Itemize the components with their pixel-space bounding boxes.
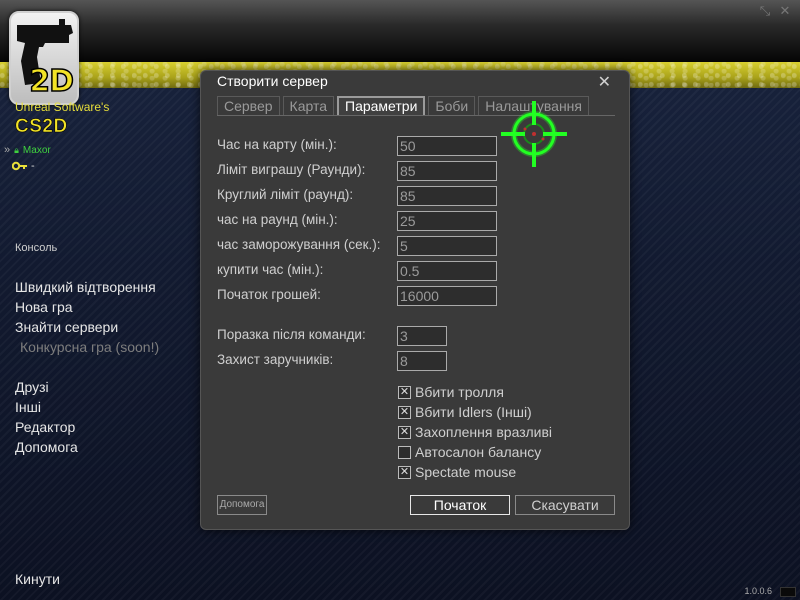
map-time-input[interactable]: 50 [397, 136, 497, 156]
menu-help[interactable]: Допомога [15, 439, 78, 455]
checkbox-label: Автосалон балансу [415, 444, 542, 460]
checkbox-box[interactable]: ✕ [398, 405, 411, 419]
checkbox-label: Захоплення вразливі [415, 424, 552, 440]
tab-parameters[interactable]: Параметри [337, 96, 426, 116]
checkbox-kick-idlers[interactable]: ✕ Вбити Idlers (Інші) [398, 404, 532, 420]
start-money-input[interactable]: 16000 [397, 286, 497, 306]
checkbox-box[interactable]: ✕ [398, 425, 411, 439]
tab-bots[interactable]: Боби [428, 96, 476, 116]
menu-ranked: Конкурсна гра (soon!) [20, 339, 160, 355]
menu-console[interactable]: Консоль [15, 242, 57, 254]
checkbox-box[interactable]: ✕ [398, 385, 411, 399]
dialog-close-icon[interactable]: ✕ [598, 72, 611, 92]
restore-icon[interactable]: ⤡ [758, 4, 772, 18]
field-label-hostage-protection: Захист заручників: [217, 352, 334, 367]
username: Maxor [22, 144, 51, 156]
freeze-time-input[interactable]: 5 [397, 236, 497, 256]
field-label-win-limit: Ліміт виграшу (Раунди): [217, 162, 366, 177]
window-controls: ⤡ ✕ [758, 4, 792, 18]
key-icon [12, 161, 27, 171]
round-time-input[interactable]: 25 [397, 211, 497, 231]
field-label-teamkill-penalty: Поразка після команди: [217, 327, 366, 342]
field-label-start-money: Початок грошей: [217, 287, 321, 302]
close-window-icon[interactable]: ✕ [778, 4, 792, 18]
tab-map[interactable]: Карта [282, 96, 335, 116]
round-limit-input[interactable]: 85 [397, 186, 497, 206]
help-button[interactable]: Допомога [217, 495, 267, 515]
checkbox-label: Вбити тролля [415, 384, 504, 400]
cancel-button[interactable]: Скасувати [515, 495, 615, 515]
checkbox-hostages-vulnerable[interactable]: ✕ Захоплення вразливі [398, 424, 552, 440]
logo-2d-text: 2D [28, 63, 74, 100]
checkbox-box[interactable]: ✕ [398, 465, 411, 479]
tab-server[interactable]: Сервер [217, 96, 280, 116]
checkbox-auto-balance[interactable]: Автосалон балансу [398, 444, 541, 460]
checkbox-kill-troll[interactable]: ✕ Вбити тролля [398, 384, 504, 400]
field-label-map-time: Час на карту (мін.): [217, 137, 337, 152]
cs2d-logo: 2D [9, 11, 79, 105]
menu-others[interactable]: Інші [15, 399, 41, 415]
buy-time-input[interactable]: 0.5 [397, 261, 497, 281]
top-bar [0, 0, 800, 62]
checkbox-label: Spectate mouse [415, 464, 517, 480]
user-status[interactable]: » 🔒︎ Maxor [4, 144, 51, 156]
menu-find-servers[interactable]: Знайти сервери [15, 319, 118, 335]
menu-friends[interactable]: Друзі [15, 379, 49, 395]
field-label-round-time: час на раунд (мін.): [217, 212, 338, 227]
dialog-title: Створити сервер [217, 73, 328, 89]
create-server-dialog: Створити сервер ✕ Сервер Карта Параметри… [200, 70, 630, 530]
checkbox-label: Вбити Idlers (Інші) [415, 404, 532, 420]
field-label-buy-time: купити час (мін.): [217, 262, 324, 277]
menu-editor[interactable]: Редактор [15, 419, 75, 435]
teamkill-penalty-input[interactable]: 3 [397, 326, 447, 346]
corner-indicator [780, 587, 796, 597]
field-label-round-limit: Круглий ліміт (раунд): [217, 187, 354, 202]
menu-quit[interactable]: Кинути [15, 571, 60, 587]
key-value: - [31, 160, 35, 172]
version-label: 1.0.0.6 [744, 586, 772, 596]
field-label-freeze-time: час заморожування (сек.): [217, 237, 381, 252]
brand-title: CS2D [15, 116, 68, 138]
expand-arrows-icon: » [4, 144, 11, 156]
lock-icon: 🔒︎ [14, 144, 19, 155]
checkbox-box[interactable] [398, 445, 411, 459]
menu-new-game[interactable]: Нова гра [15, 299, 73, 315]
checkbox-spectate-mouse[interactable]: ✕ Spectate mouse [398, 464, 516, 480]
brand-publisher: Unreal Software's [15, 100, 110, 114]
crosshair-icon [501, 101, 567, 167]
hostage-protection-input[interactable]: 8 [397, 351, 447, 371]
key-status: - [12, 160, 35, 172]
menu-quick-play[interactable]: Швидкий відтворення [15, 279, 156, 295]
win-limit-input[interactable]: 85 [397, 161, 497, 181]
start-button[interactable]: Початок [410, 495, 510, 515]
